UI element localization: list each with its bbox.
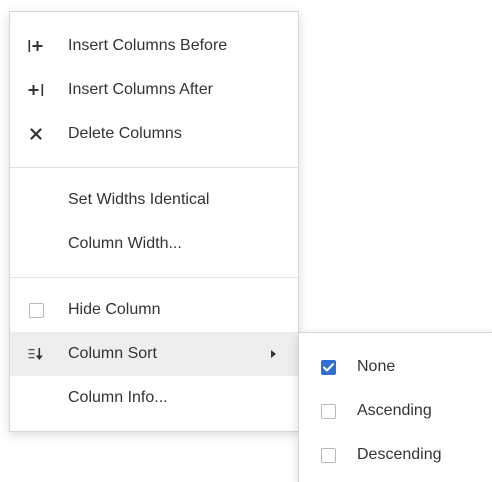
menu-item-label: Insert Columns Before: [68, 37, 228, 54]
stage: Insert Columns Before Insert Columns Aft…: [0, 0, 492, 482]
close-icon: [24, 112, 48, 156]
sort-ascending-checkbox[interactable]: [320, 403, 336, 419]
submenu-item-descending[interactable]: Descending: [299, 433, 492, 477]
menu-item-label: Set Widths Identical: [68, 191, 210, 208]
checkbox-unchecked-icon[interactable]: [24, 288, 48, 332]
menu-item-label: Delete Columns: [68, 125, 182, 142]
menu-item-label: Column Width...: [68, 235, 182, 252]
menu-item-insert-columns-after[interactable]: Insert Columns After: [10, 68, 298, 112]
column-sort-submenu: None Ascending Descending: [298, 332, 492, 482]
hide-column-checkbox[interactable]: [28, 302, 44, 318]
menu-item-hide-column[interactable]: Hide Column: [10, 288, 298, 332]
menu-divider: [10, 277, 298, 278]
menu-item-label: Column Sort: [68, 345, 157, 362]
submenu-item-label: None: [357, 358, 396, 375]
menu-item-label: Hide Column: [68, 301, 161, 318]
sort-descending-checkbox[interactable]: [320, 447, 336, 463]
submenu-item-label: Ascending: [357, 402, 432, 419]
submenu-item-label: Descending: [357, 446, 442, 463]
menu-item-delete-columns[interactable]: Delete Columns: [10, 112, 298, 156]
checkbox-checked-icon[interactable]: [318, 345, 338, 389]
submenu-item-ascending[interactable]: Ascending: [299, 389, 492, 433]
menu-item-insert-columns-before[interactable]: Insert Columns Before: [10, 24, 298, 68]
sort-none-checkbox[interactable]: [320, 359, 336, 375]
menu-item-column-sort[interactable]: Column Sort: [10, 332, 298, 376]
checkbox-unchecked-icon[interactable]: [318, 389, 338, 433]
submenu-item-none[interactable]: None: [299, 345, 492, 389]
sort-icon: [24, 332, 48, 376]
insert-after-icon: [24, 68, 48, 112]
menu-item-label: Insert Columns After: [68, 81, 213, 98]
chevron-right-icon: [271, 350, 276, 358]
checkbox-unchecked-icon[interactable]: [318, 433, 338, 477]
menu-item-column-info[interactable]: Column Info...: [10, 376, 298, 420]
menu-item-label: Column Info...: [68, 389, 168, 406]
insert-before-icon: [24, 24, 48, 68]
menu-divider: [10, 167, 298, 168]
column-context-menu: Insert Columns Before Insert Columns Aft…: [9, 11, 299, 432]
menu-item-set-widths-identical[interactable]: Set Widths Identical: [10, 178, 298, 222]
menu-item-column-width[interactable]: Column Width...: [10, 222, 298, 266]
